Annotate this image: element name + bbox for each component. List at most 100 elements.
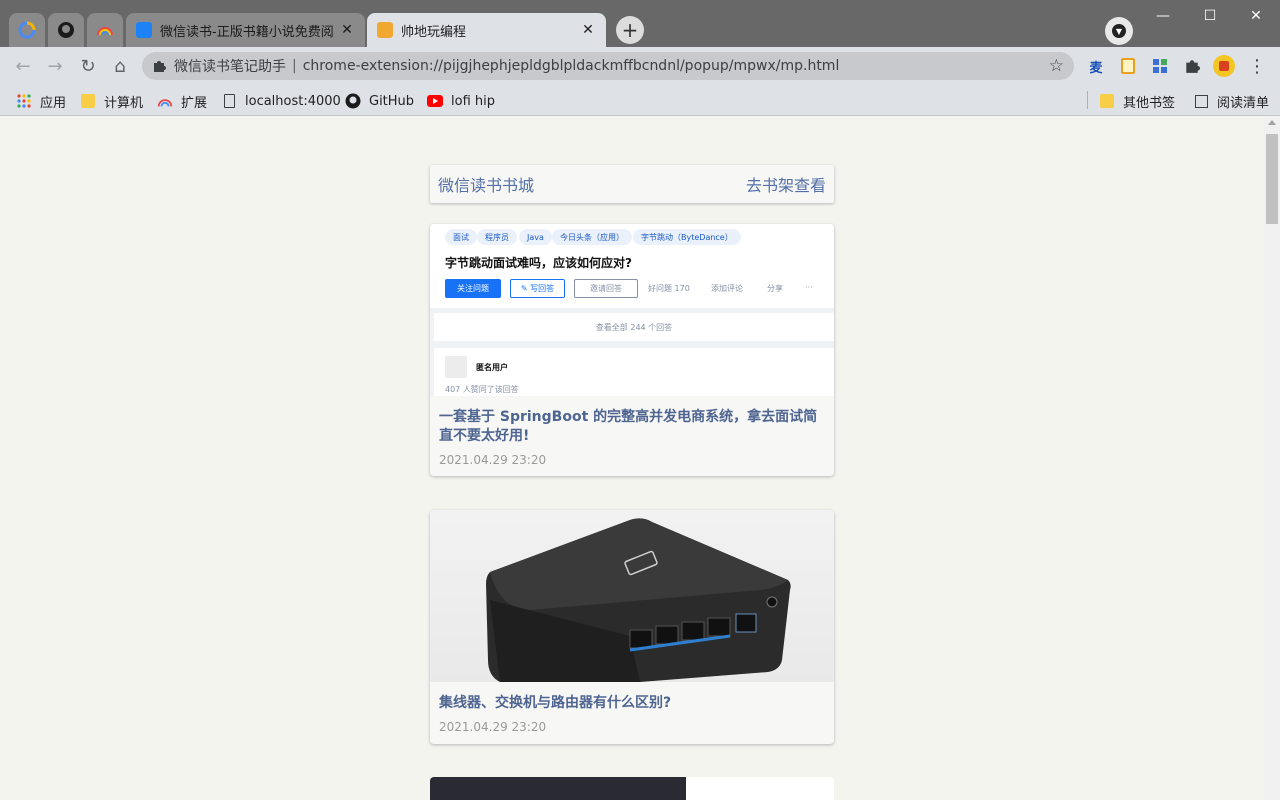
tab-title: 帅地玩编程 xyxy=(401,24,467,40)
scroll-up-arrow-icon[interactable] xyxy=(1268,120,1276,125)
reload-button[interactable]: ↻ xyxy=(73,51,103,81)
tab-title: 微信读书-正版书籍小说免费阅读 xyxy=(160,24,333,40)
url-separator: | xyxy=(292,58,297,74)
follow-question-button: 关注问题 xyxy=(445,279,501,298)
reading-list-button[interactable]: 阅读清单 xyxy=(1193,91,1269,111)
scrollbar-thumb[interactable] xyxy=(1266,134,1278,224)
pinned-tab-chromium[interactable] xyxy=(9,13,45,47)
article-thumbnail: 面试 程序员 Java 今日头条（应用） 字节跳动（ByteDance） 字节跳… xyxy=(430,224,834,396)
bookmark-label: localhost:4000 xyxy=(245,93,341,109)
browser-titlebar: 微信读书-正版书籍小说免费阅读 ✕ 帅地玩编程 ✕ + ▼ — ☐ ✕ xyxy=(0,0,1280,47)
bookmark-label: 其他书签 xyxy=(1123,95,1176,111)
minimize-button[interactable]: — xyxy=(1140,0,1186,32)
chevron-down-icon: ▼ xyxy=(1112,24,1126,38)
forward-button[interactable]: → xyxy=(40,51,70,81)
bookmark-apps[interactable]: 应用 xyxy=(16,91,66,111)
reading-list-icon xyxy=(1193,93,1209,109)
tab-search-button[interactable]: ▼ xyxy=(1105,17,1133,45)
bookmark-star-icon[interactable]: ☆ xyxy=(1049,56,1064,76)
youtube-icon xyxy=(427,93,443,109)
answer-preview: 匿名用户 407 人赞同了该回答 xyxy=(434,348,834,396)
bookmarks-divider xyxy=(1087,91,1088,109)
bookmark-label: GitHub xyxy=(369,93,415,109)
bookmark-label: 应用 xyxy=(40,95,67,111)
question-tag: Java xyxy=(519,229,552,245)
question-tag: 程序员 xyxy=(477,229,517,245)
question-tag: 字节跳动（ByteDance） xyxy=(633,229,741,245)
rainbow-icon xyxy=(97,27,113,36)
router-photo-icon xyxy=(486,518,791,682)
bookmark-folder-computer[interactable]: 计算机 xyxy=(80,91,143,111)
page-scrollbar[interactable] xyxy=(1264,116,1280,800)
browser-menu-icon[interactable]: ⋮ xyxy=(1247,56,1267,77)
bookmark-localhost[interactable]: localhost:4000 xyxy=(221,91,341,111)
chromium-icon xyxy=(18,21,36,39)
maximize-button[interactable]: ☐ xyxy=(1187,0,1233,32)
article-date: 2021.04.29 23:20 xyxy=(439,453,547,467)
new-tab-button[interactable]: + xyxy=(616,16,644,44)
plus-icon: + xyxy=(621,18,639,42)
popup-header: 微信读书书城 去书架查看 xyxy=(430,165,834,203)
page-icon xyxy=(221,93,237,109)
browser-toolbar: ← → ↻ ⌂ 微信读书笔记助手 | chrome-extension://pi… xyxy=(0,47,1280,85)
answer-votes: 407 人赞同了该回答 xyxy=(445,385,519,394)
tab-close-icon[interactable]: ✕ xyxy=(580,22,596,38)
article-thumbnail-dark xyxy=(430,777,686,800)
article-date: 2021.04.29 23:20 xyxy=(439,720,547,734)
article-card[interactable]: 集线器、交换机与路由器有什么区别? 2021.04.29 23:20 xyxy=(430,510,834,744)
good-question-label: 好问题 170 xyxy=(648,284,690,293)
article-title[interactable]: 集线器、交换机与路由器有什么区别? xyxy=(430,694,834,713)
ext-translate-icon[interactable]: 麦 xyxy=(1086,56,1106,76)
address-bar[interactable]: 微信读书笔记助手 | chrome-extension://pijgjhephj… xyxy=(142,52,1074,80)
add-comment-label: 添加评论 xyxy=(711,284,743,293)
invite-answer-button: 邀请回答 xyxy=(574,279,638,298)
answer-user: 匿名用户 xyxy=(476,363,508,372)
tab-close-icon[interactable]: ✕ xyxy=(339,22,355,38)
bookmark-label: 计算机 xyxy=(104,95,144,111)
bookmark-github[interactable]: GitHub xyxy=(345,91,414,111)
weread-favicon-icon xyxy=(136,22,152,38)
write-answer-button: ✎ 写回答 xyxy=(510,279,565,298)
bookshelf-link[interactable]: 去书架查看 xyxy=(746,172,826,196)
page-viewport: 微信读书书城 去书架查看 面试 程序员 Java 今日头条（应用） 字节跳动（B… xyxy=(0,116,1264,800)
tab-active-shuaidi[interactable]: 帅地玩编程 ✕ xyxy=(367,13,606,47)
question-tag: 今日头条（应用） xyxy=(552,229,632,245)
tab-weread[interactable]: 微信读书-正版书籍小说免费阅读 ✕ xyxy=(126,13,365,47)
bookstore-link[interactable]: 微信读书书城 xyxy=(438,172,534,196)
extensions-puzzle-icon[interactable] xyxy=(1182,56,1202,76)
bookmarks-bar: 应用 计算机 扩展 localhost:4000 GitHub lofi hip… xyxy=(0,85,1280,116)
github-icon xyxy=(345,93,361,109)
github-icon xyxy=(58,22,74,38)
close-window-button[interactable]: ✕ xyxy=(1233,0,1279,32)
pinned-tab-rainbow[interactable] xyxy=(87,13,123,47)
url-text[interactable]: chrome-extension://pijgjhephjepldgblplda… xyxy=(303,58,840,74)
ext-notepad-icon[interactable] xyxy=(1118,56,1138,76)
article-title[interactable]: 一套基于 SpringBoot 的完整高并发电商系统，拿去面试简直不要太好用! xyxy=(430,408,834,446)
bookmark-label: 阅读清单 xyxy=(1217,95,1270,111)
bookmark-lofi[interactable]: lofi hip xyxy=(427,91,495,111)
article-card-partial[interactable] xyxy=(430,777,834,800)
more-label: ··· xyxy=(805,283,813,292)
pinned-tab-github[interactable] xyxy=(48,13,84,47)
back-button[interactable]: ← xyxy=(8,51,38,81)
bookmark-label: lofi hip xyxy=(451,93,495,109)
article-thumbnail xyxy=(430,510,834,682)
view-all-answers: 查看全部 244 个回答 xyxy=(434,313,834,341)
bookmark-label: 扩展 xyxy=(181,95,208,111)
home-button[interactable]: ⌂ xyxy=(105,51,135,81)
article-thumbnail-light xyxy=(686,777,834,800)
puzzle-icon xyxy=(154,61,166,72)
question-title: 字节跳动面试难吗，应该如何应对? xyxy=(445,256,632,270)
profile-avatar-icon[interactable] xyxy=(1213,55,1235,77)
article-card[interactable]: 面试 程序员 Java 今日头条（应用） 字节跳动（ByteDance） 字节跳… xyxy=(430,224,834,476)
ext-grid-icon[interactable] xyxy=(1150,56,1170,76)
folder-icon xyxy=(80,93,96,109)
bookmark-extensions[interactable]: 扩展 xyxy=(157,91,207,111)
folder-icon xyxy=(1099,93,1115,109)
question-tag: 面试 xyxy=(445,229,477,245)
rainbow-icon xyxy=(157,93,173,109)
bookmark-other-folder[interactable]: 其他书签 xyxy=(1099,91,1175,111)
notepad-favicon-icon xyxy=(377,22,393,38)
extension-name: 微信读书笔记助手 xyxy=(174,59,286,75)
apps-grid-icon xyxy=(16,93,32,109)
